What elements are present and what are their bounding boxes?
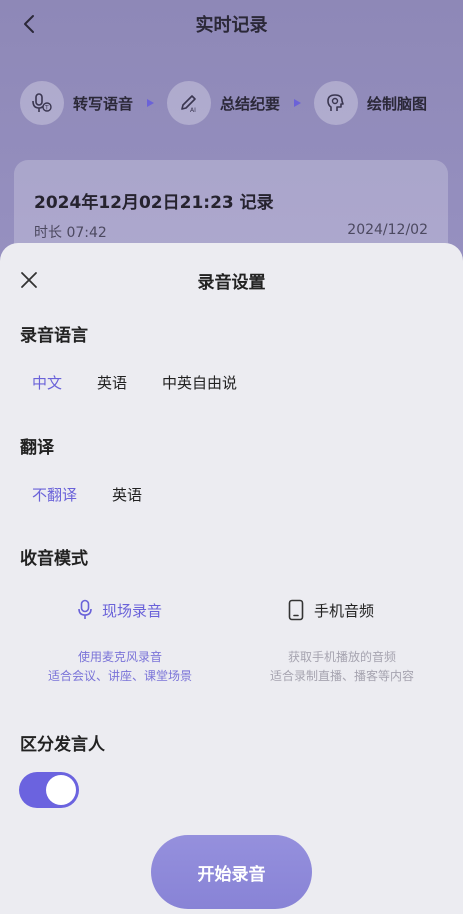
mic-transcribe-icon: T [20, 81, 64, 125]
step-label: 转写语音 [73, 94, 134, 113]
step-label: 总结纪要 [220, 94, 281, 113]
header-bar: 实时记录 [0, 0, 463, 48]
page-title: 实时记录 [195, 15, 268, 36]
step-transcribe[interactable]: T 转写语音 [20, 81, 133, 125]
speaker-section-title: 区分发言人 [20, 735, 105, 755]
language-section-title: 录音语言 [20, 326, 88, 346]
toggle-knob [46, 775, 76, 805]
translate-options: 不翻译 英语 [32, 484, 177, 505]
mode-label: 现场录音 [102, 601, 163, 620]
mode-phone-description: 获取手机播放的音频 适合录制直播、播客等内容 [232, 648, 452, 686]
record-title: 2024年12月02日21:23 记录 [34, 193, 274, 213]
step-label: 绘制脑图 [367, 94, 428, 113]
mode-desc-line: 适合录制直播、播客等内容 [269, 669, 414, 683]
language-option-chinese[interactable]: 中文 [32, 372, 62, 393]
record-date: 2024/12/02 [347, 222, 428, 238]
translate-option-none[interactable]: 不翻译 [32, 484, 77, 505]
svg-text:AI: AI [190, 107, 196, 114]
step-summary[interactable]: AI 总结纪要 [167, 81, 280, 125]
mode-desc-line: 适合会议、讲座、课堂场景 [47, 669, 192, 683]
recording-settings-sheet: 录音设置 录音语言 中文 英语 中英自由说 翻译 不翻译 英语 收音模式 现场录… [0, 243, 463, 914]
mode-section-title: 收音模式 [20, 549, 88, 569]
speaker-toggle[interactable] [19, 772, 79, 808]
record-duration: 时长 07:42 [34, 225, 107, 241]
mode-desc-line: 获取手机播放的音频 [287, 650, 396, 664]
chevron-left-icon [24, 15, 34, 33]
language-option-english[interactable]: 英语 [97, 372, 127, 393]
back-button[interactable] [16, 10, 44, 38]
language-option-mixed[interactable]: 中英自由说 [162, 372, 237, 393]
mode-option-live[interactable]: 现场录音 [78, 599, 162, 621]
translate-option-english[interactable]: 英语 [112, 484, 142, 505]
svg-text:T: T [44, 105, 49, 112]
mode-option-phone[interactable]: 手机音频 [288, 599, 374, 621]
mode-label: 手机音频 [314, 601, 375, 620]
brain-head-icon [314, 81, 359, 125]
step-arrow-icon [294, 99, 302, 107]
phone-icon [288, 599, 304, 621]
step-arrow-icon [147, 99, 155, 107]
microphone-icon [78, 599, 92, 619]
step-mindmap[interactable]: 绘制脑图 [314, 81, 427, 125]
workflow-steps: T 转写语音 AI 总结纪要 绘制脑图 [20, 80, 450, 126]
translate-section-title: 翻译 [20, 438, 54, 458]
sheet-title: 录音设置 [197, 273, 266, 293]
ai-pen-icon: AI [167, 81, 212, 125]
language-options: 中文 英语 中英自由说 [32, 372, 272, 393]
mode-desc-line: 使用麦克风录音 [77, 650, 162, 664]
start-recording-button[interactable]: 开始录音 [151, 835, 312, 909]
mode-live-description: 使用麦克风录音 适合会议、讲座、课堂场景 [20, 648, 220, 686]
